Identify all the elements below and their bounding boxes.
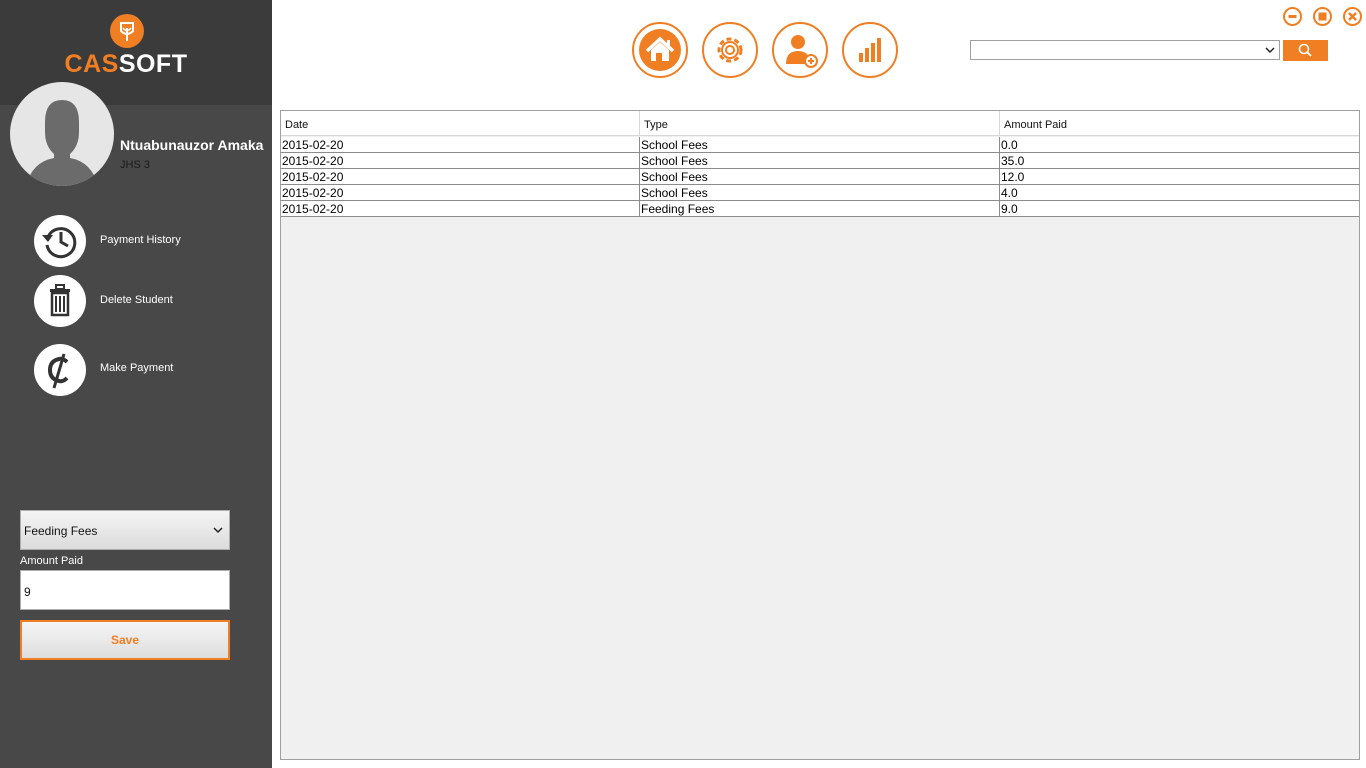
save-button[interactable]: Save	[20, 620, 230, 660]
amount-paid-input[interactable]: 9	[20, 570, 230, 610]
make-payment-button[interactable]: Make Payment	[34, 344, 254, 396]
logo-text-part1: CAS	[64, 50, 119, 78]
chart-icon	[849, 29, 891, 71]
student-class: JHS 3	[120, 159, 150, 171]
search-button[interactable]	[1283, 40, 1328, 61]
close-button[interactable]	[1343, 7, 1362, 26]
search-combobox[interactable]	[970, 40, 1280, 60]
home-button[interactable]	[632, 22, 688, 78]
avatar	[10, 82, 114, 186]
trash-icon	[34, 275, 86, 327]
table-row[interactable]: 2015-02-20 School Fees 12.0	[281, 169, 1359, 185]
payments-table[interactable]: Date Type Amount Paid 2015-02-20 School …	[280, 110, 1360, 760]
chevron-down-icon	[1265, 47, 1275, 54]
cell-type: School Fees	[641, 186, 708, 200]
sidebar: CASSOFT Ntuabunauzor Amaka JHS 3 Payment…	[0, 0, 272, 768]
search-icon	[1298, 43, 1312, 57]
reports-button[interactable]	[842, 22, 898, 78]
cell-date: 2015-02-20	[282, 202, 344, 216]
cell-amount: 4.0	[1001, 186, 1018, 200]
cell-type: School Fees	[641, 170, 708, 184]
cell-amount: 0.0	[1001, 138, 1018, 152]
app-logo: CASSOFT	[0, 50, 252, 79]
table-row[interactable]: 2015-02-20 School Fees 4.0	[281, 185, 1359, 201]
cell-amount: 12.0	[1001, 170, 1025, 184]
column-header-date[interactable]: Date	[281, 111, 640, 136]
settings-icon	[709, 29, 751, 71]
cell-amount: 35.0	[1001, 154, 1025, 168]
history-icon	[34, 215, 86, 267]
cell-type: Feeding Fees	[641, 202, 715, 216]
minimize-button[interactable]	[1283, 7, 1302, 26]
logo-icon	[110, 14, 144, 48]
fee-type-select[interactable]: Feeding Fees	[20, 510, 230, 550]
cell-type: School Fees	[641, 138, 708, 152]
settings-button[interactable]	[702, 22, 758, 78]
table-row[interactable]: 2015-02-20 School Fees 0.0	[281, 137, 1359, 153]
add-student-button[interactable]	[772, 22, 828, 78]
logo-text-part2: SOFT	[118, 50, 188, 78]
student-name: Ntuabunauzor Amaka	[120, 137, 264, 153]
table-header: Date Type Amount Paid	[281, 111, 1359, 136]
cell-date: 2015-02-20	[282, 154, 344, 168]
cell-date: 2015-02-20	[282, 186, 344, 200]
column-header-type[interactable]: Type	[640, 111, 1000, 136]
payment-history-label: Payment History	[100, 234, 181, 246]
payment-history-button[interactable]: Payment History	[34, 215, 254, 267]
cedi-icon	[34, 344, 86, 396]
cell-date: 2015-02-20	[282, 138, 344, 152]
column-header-amount[interactable]: Amount Paid	[1000, 111, 1359, 136]
table-row[interactable]: 2015-02-20 Feeding Fees 9.0	[281, 201, 1359, 217]
chevron-down-icon	[213, 527, 223, 534]
amount-paid-label: Amount Paid	[20, 555, 83, 567]
maximize-icon	[1318, 12, 1327, 21]
cell-date: 2015-02-20	[282, 170, 344, 184]
delete-student-label: Delete Student	[100, 294, 173, 306]
make-payment-label: Make Payment	[100, 362, 174, 374]
delete-student-button[interactable]: Delete Student	[34, 275, 254, 327]
cell-amount: 9.0	[1001, 202, 1018, 216]
minimize-icon	[1288, 15, 1297, 18]
fee-type-value: Feeding Fees	[24, 524, 98, 538]
maximize-button[interactable]	[1313, 7, 1332, 26]
add-user-icon	[779, 29, 821, 71]
table-row[interactable]: 2015-02-20 School Fees 35.0	[281, 153, 1359, 169]
avatar-silhouette-icon	[26, 100, 98, 186]
close-icon	[1348, 12, 1357, 21]
home-icon	[639, 29, 681, 71]
cell-type: School Fees	[641, 154, 708, 168]
